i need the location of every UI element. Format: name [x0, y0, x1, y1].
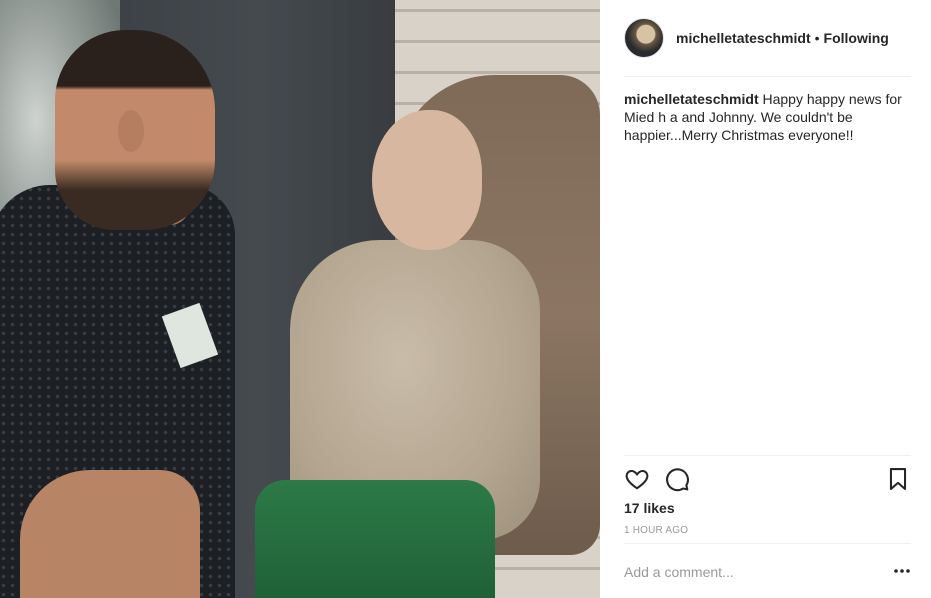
heart-icon[interactable] — [624, 466, 650, 492]
post-photo[interactable] — [0, 0, 600, 598]
caption-username[interactable]: michelletateschmidt — [624, 91, 759, 107]
post-timestamp[interactable]: 1 HOUR AGO — [624, 525, 688, 536]
more-options-icon[interactable] — [893, 562, 911, 580]
comment-input[interactable] — [624, 560, 874, 584]
post-header: michelletateschmidt • Following — [624, 18, 889, 58]
likes-count[interactable]: 17 likes — [624, 500, 675, 516]
comment-row — [624, 556, 911, 586]
comment-divider — [624, 543, 911, 544]
header-text: michelletateschmidt • Following — [676, 30, 889, 46]
follow-status-button[interactable]: Following — [824, 30, 889, 46]
header-divider — [624, 76, 911, 77]
man-ear — [118, 110, 144, 152]
bookmark-icon[interactable] — [885, 466, 911, 492]
caption: michelletateschmidt Happy happy news for… — [624, 90, 914, 144]
header-separator: • — [814, 30, 820, 46]
actions-divider — [624, 455, 911, 456]
header-username[interactable]: michelletateschmidt — [676, 30, 811, 46]
comment-bubble-icon[interactable] — [664, 466, 690, 492]
woman-face — [372, 110, 482, 250]
post-actions — [624, 466, 911, 492]
avatar[interactable] — [624, 18, 664, 58]
man-arm — [20, 470, 200, 598]
woman-skirt — [255, 480, 495, 598]
post-side-panel: michelletateschmidt • Following michelleta… — [600, 0, 931, 598]
